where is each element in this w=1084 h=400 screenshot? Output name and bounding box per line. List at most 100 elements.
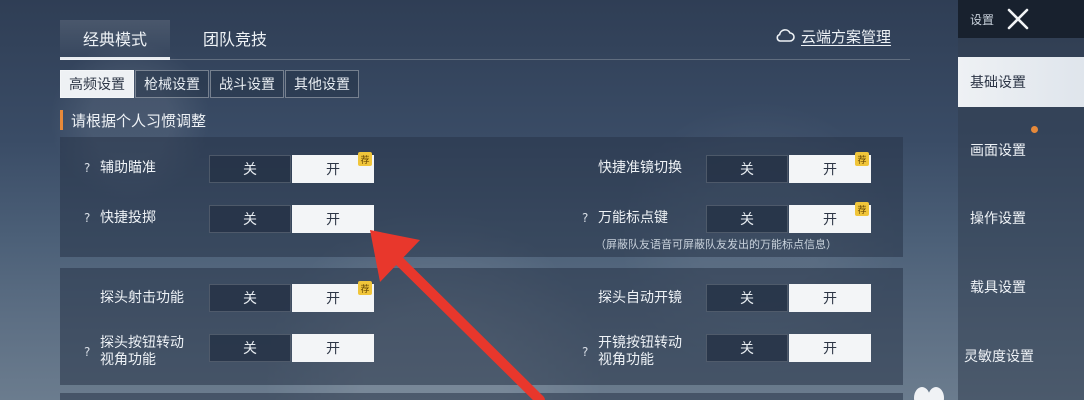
recommended-badge: 荐 [358,281,372,295]
toggle-on-label: 开 [823,291,837,307]
divider [60,59,910,60]
section-title: 请根据个人习惯调整 [60,110,206,130]
toggle-on-label: 开 [823,341,837,357]
toggle-off-label: 关 [740,212,754,228]
peek-auto-scope-label: 探头自动开镜 [598,290,682,307]
quick-throw-toggle: 关 开 [209,205,374,233]
setting-label: 快捷投掷 [100,210,156,226]
setting-label-line2: 视角功能 [100,352,156,368]
sub-tab-bar: 高频设置 枪械设置 战斗设置 其他设置 [60,70,360,98]
sidebar-item-label: 载具设置 [970,280,1026,296]
setting-label-block: 探头按钮转动 视角功能 [100,335,184,369]
chat-bubble-icon[interactable] [912,384,946,400]
help-icon[interactable]: ? [582,344,592,361]
toggle-on-label: 开 [326,212,340,228]
toggle-on-option[interactable]: 开荐 [789,152,871,183]
sidebar-header-label: 设置 [970,13,995,27]
recommended-badge: 荐 [855,152,869,166]
subtab-combat[interactable]: 战斗设置 [210,70,284,98]
setting-label: 探头自动开镜 [598,290,682,306]
toggle-off-label: 关 [243,162,257,178]
toggle-on-option[interactable]: 开 [789,334,871,362]
notification-dot [1031,126,1038,133]
sidebar-item-label: 操作设置 [970,211,1026,227]
peek-fire-toggle: 关 开荐 [209,281,374,312]
sidebar-item-vehicle[interactable]: 载具设置 [958,262,1084,312]
quick-scope-switch-toggle: 关 开荐 [706,152,871,183]
cloud-scheme-link[interactable]: 云端方案管理 [775,26,891,47]
toggle-on-label: 开 [326,291,340,307]
peek-button-rotate-label: ? 探头按钮转动 视角功能 [84,335,184,369]
quick-scope-switch-label: 快捷准镜切换 [598,160,682,177]
toggle-off-label: 关 [243,291,257,307]
toggle-on-label: 开 [823,212,837,228]
peek-auto-scope-toggle: 关 开 [706,284,871,312]
sidebar-item-label: 基础设置 [970,75,1026,91]
subtab-weapon[interactable]: 枪械设置 [135,70,209,98]
toggle-on-label: 开 [823,162,837,178]
sidebar-item-label: 画面设置 [970,143,1026,159]
scope-button-rotate-toggle: 关 开 [706,334,871,362]
cloud-link-label: 云端方案管理 [801,28,892,46]
subtab-high-frequency[interactable]: 高频设置 [60,70,134,98]
toggle-off-label: 关 [740,291,754,307]
aim-assist-toggle: 关 开荐 [209,152,374,183]
recommended-badge: 荐 [855,202,869,216]
tab-label: 经典模式 [82,30,147,49]
help-icon[interactable]: ? [84,210,94,227]
toggle-off-option[interactable]: 关 [209,284,291,312]
recommended-badge: 荐 [358,152,372,166]
setting-label-line1: 开镜按钮转动 [598,335,682,351]
subtab-other[interactable]: 其他设置 [285,70,359,98]
universal-marker-label: ? 万能标点键 [582,210,668,227]
toggle-off-option[interactable]: 关 [209,205,291,233]
tab-team-deathmatch[interactable]: 团队竞技 [180,20,290,60]
toggle-off-option[interactable]: 关 [706,205,788,233]
toggle-on-option[interactable]: 开 [789,284,871,312]
toggle-on-label: 开 [326,341,340,357]
setting-label: 辅助瞄准 [100,160,156,176]
help-icon[interactable]: ? [582,210,592,227]
setting-label-block: 开镜按钮转动 视角功能 [598,335,682,369]
toggle-off-label: 关 [243,341,257,357]
close-icon[interactable] [1004,5,1032,33]
tab-label: 团队竞技 [202,30,267,49]
sidebar-item-controls[interactable]: 操作设置 [958,193,1084,243]
aim-assist-label: ? 辅助瞄准 [84,160,156,177]
subtab-label: 其他设置 [294,77,350,93]
next-panel-edge [60,393,903,400]
toggle-off-option[interactable]: 关 [209,334,291,362]
toggle-on-option[interactable]: 开荐 [292,281,374,312]
toggle-off-option[interactable]: 关 [706,155,788,183]
sidebar-item-sensitivity[interactable]: 灵敏度设置 [958,331,1084,381]
setting-label-line1: 探头按钮转动 [100,335,184,351]
toggle-off-option[interactable]: 关 [706,284,788,312]
toggle-off-label: 关 [243,212,257,228]
toggle-off-option[interactable]: 关 [209,155,291,183]
setting-label: 万能标点键 [598,210,668,226]
subtab-label: 战斗设置 [219,77,275,93]
scope-button-rotate-label: ? 开镜按钮转动 视角功能 [582,335,682,369]
sidebar-item-graphics[interactable]: 画面设置 [958,125,1084,175]
tab-classic-mode[interactable]: 经典模式 [60,20,170,60]
setting-label-line2: 视角功能 [598,352,654,368]
toggle-off-label: 关 [740,162,754,178]
universal-marker-hint: （屏蔽队友语音可屏蔽队友发出的万能标点信息） [595,238,837,251]
setting-label: 快捷准镜切换 [598,160,682,176]
cloud-icon [775,28,795,46]
setting-label: 探头射击功能 [100,290,184,306]
toggle-on-option[interactable]: 开 [292,205,374,233]
sidebar-item-label: 灵敏度设置 [964,349,1034,365]
toggle-on-option[interactable]: 开 [292,334,374,362]
subtab-label: 高频设置 [69,77,125,93]
quick-throw-label: ? 快捷投掷 [84,210,156,227]
help-icon[interactable]: ? [84,160,94,177]
peek-fire-label: 探头射击功能 [100,290,184,307]
toggle-off-option[interactable]: 关 [706,334,788,362]
subtab-label: 枪械设置 [144,77,200,93]
sidebar-item-basic[interactable]: 基础设置 [958,57,1084,107]
toggle-on-option[interactable]: 开荐 [292,152,374,183]
universal-marker-toggle: 关 开荐 [706,202,871,233]
toggle-on-option[interactable]: 开荐 [789,202,871,233]
help-icon[interactable]: ? [84,344,94,361]
